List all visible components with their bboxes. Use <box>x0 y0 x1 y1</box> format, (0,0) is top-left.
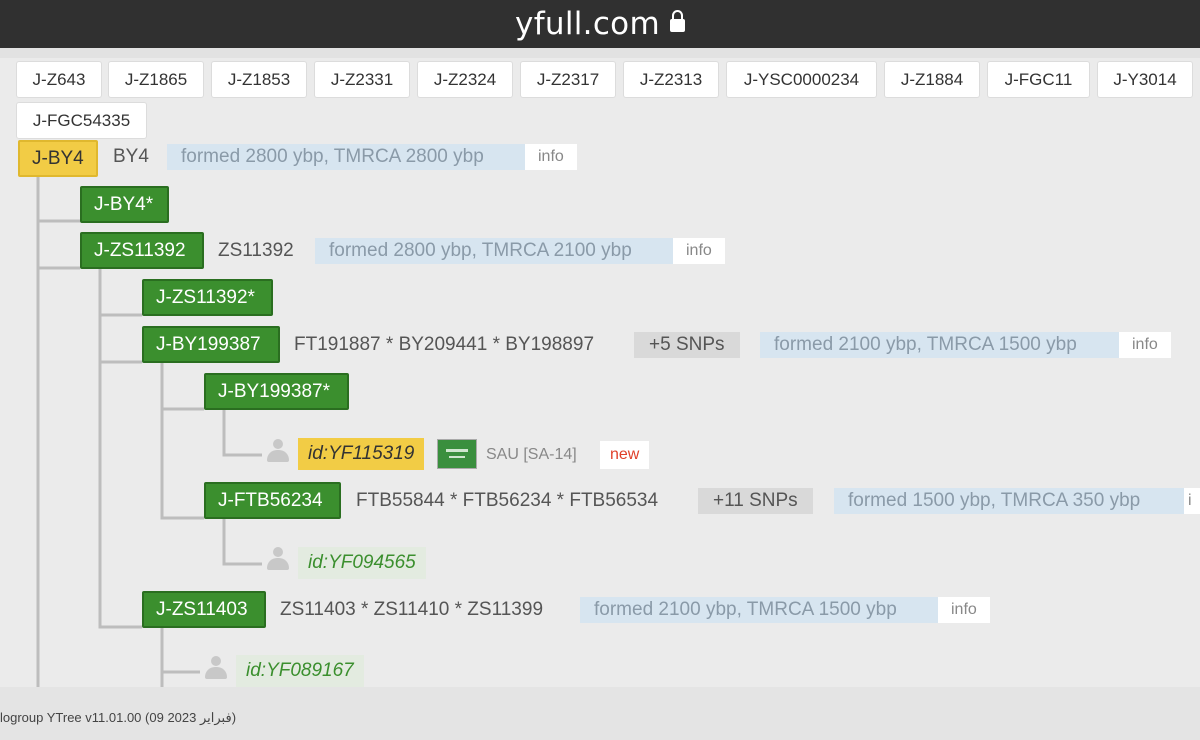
snp-list: ZS11392 <box>218 240 294 261</box>
info-link[interactable]: info <box>1119 332 1171 358</box>
person-icon <box>265 439 291 463</box>
age-estimate: formed 2800 ybp, TMRCA 2800 ybp <box>167 144 525 170</box>
haplogroup-node[interactable]: J-ZS11403 <box>142 591 266 628</box>
haplogroup-node-root[interactable]: J-BY4 <box>18 140 98 177</box>
new-badge: new <box>600 441 650 469</box>
haplogroup-node[interactable]: J-ZS11392* <box>142 279 273 316</box>
age-estimate: formed 1500 ybp, TMRCA 350 ybp <box>834 488 1184 514</box>
footer-bar: logroup YTree v11.01.00 (09 فبراير 2023) <box>0 687 1200 740</box>
age-estimate: formed 2100 ybp, TMRCA 1500 ybp <box>580 597 938 623</box>
info-link[interactable]: info <box>938 597 990 623</box>
kit-id[interactable]: id:YF115319 <box>298 438 425 470</box>
person-icon <box>265 547 291 571</box>
haplogroup-node[interactable]: J-ZS11392 <box>80 232 204 269</box>
snp-list: BY4 <box>113 146 149 167</box>
tree-connector-lines <box>36 174 262 687</box>
kit-id[interactable]: id:YF089167 <box>236 655 364 687</box>
extra-snps-badge[interactable]: +5 SNPs <box>634 332 740 358</box>
info-link[interactable]: info <box>525 144 577 170</box>
haplogroup-node[interactable]: J-FTB56234 <box>204 482 341 519</box>
info-link[interactable]: i <box>1184 488 1200 514</box>
age-estimate: formed 2100 ybp, TMRCA 1500 ybp <box>760 332 1119 358</box>
saudi-flag-icon <box>437 439 477 469</box>
kit-id[interactable]: id:YF094565 <box>298 547 426 579</box>
snp-list: FTB55844 * FTB56234 * FTB56534 <box>356 490 659 511</box>
haplogroup-node[interactable]: J-BY199387 <box>142 326 280 363</box>
extra-snps-badge[interactable]: +11 SNPs <box>698 488 813 514</box>
haplogroup-node[interactable]: J-BY199387* <box>204 373 349 410</box>
snp-list: FT191887 * BY209441 * BY198897 <box>294 334 595 355</box>
footer-version-text: logroup YTree v11.01.00 (09 فبراير 2023) <box>0 710 237 725</box>
country-code: SAU [SA-14] <box>486 446 577 463</box>
snp-list: ZS11403 * ZS11410 * ZS11399 <box>280 599 544 620</box>
info-link[interactable]: info <box>673 238 725 264</box>
person-icon <box>203 656 229 680</box>
haplogroup-node[interactable]: J-BY4* <box>80 186 169 223</box>
age-estimate: formed 2800 ybp, TMRCA 2100 ybp <box>315 238 673 264</box>
